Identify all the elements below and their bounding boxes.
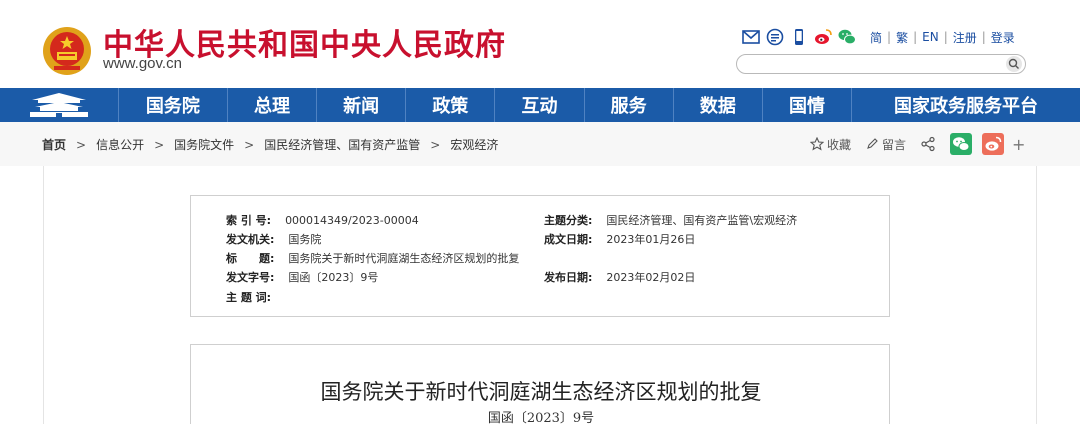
index-value: 000014349/2023-00004 [285, 213, 419, 227]
document-number: 国函〔2023〕9号 [487, 411, 595, 424]
breadcrumb-state-council-docs[interactable]: 国务院文件 [174, 136, 234, 153]
share-icon[interactable] [920, 136, 936, 152]
language-links: 简 | 繁 | EN | 注册 | 登录 [870, 29, 1015, 46]
link-traditional[interactable]: 繁 [896, 29, 908, 46]
doc-number-value: 国函〔2023〕9号 [288, 271, 379, 284]
wechat-icon [953, 137, 970, 151]
divider: | [913, 30, 918, 44]
link-register[interactable]: 注册 [953, 29, 977, 46]
wechat-icon[interactable] [838, 28, 856, 46]
favorite-button[interactable]: 收藏 [810, 136, 851, 153]
star-icon [810, 137, 824, 151]
nav-item-state-council[interactable]: 国务院 [119, 88, 228, 122]
document-info-table: 索 引 号: 000014349/2023-00004 主题分类: 国民经济管理… [190, 195, 890, 317]
comment-button[interactable]: 留言 [865, 136, 906, 153]
info-row-written-date: 成文日期: 2023年01月26日 [544, 231, 695, 247]
issuer-value: 国务院 [288, 233, 322, 246]
title-label: 标 题: [226, 252, 275, 265]
info-row-keywords: 主 题 词: [226, 289, 285, 305]
breadcrumb-home[interactable]: 首页 [42, 136, 66, 153]
chevron-right-icon: > [244, 137, 255, 152]
main-nav: 国务院 总理 新闻 政策 互动 服务 数据 国情 国家政务服务平台 [0, 88, 1080, 122]
nav-item-national-info[interactable]: 国情 [763, 88, 853, 122]
doc-number-label: 发文字号: [226, 271, 275, 284]
published-date-value: 2023年02月02日 [606, 271, 696, 284]
info-row-title: 标 题: 国务院关于新时代洞庭湖生态经济区规划的批复 [226, 250, 519, 266]
pencil-icon [867, 138, 878, 149]
search-icon [1008, 58, 1019, 69]
link-simplified[interactable]: 简 [870, 29, 882, 46]
info-row-category: 主题分类: 国民经济管理、国有资产监管\宏观经济 [544, 212, 797, 228]
favorite-label: 收藏 [827, 137, 852, 152]
title-value: 国务院关于新时代洞庭湖生态经济区规划的批复 [288, 252, 520, 265]
mail-icon[interactable] [742, 28, 760, 46]
share-tools: 收藏 留言 + [810, 133, 1025, 155]
nav-item-news[interactable]: 新闻 [317, 88, 407, 122]
site-header: 中华人民共和国中央人民政府 www.gov.cn 简 | 繁 | EN | 注册… [0, 0, 1080, 88]
info-row-published-date: 发布日期: 2023年02月02日 [544, 269, 695, 285]
info-row-doc-number: 发文字号: 国函〔2023〕9号 [226, 269, 378, 285]
chevron-right-icon: > [430, 137, 441, 152]
issuer-label: 发文机关: [226, 233, 275, 246]
weibo-icon [985, 136, 1002, 151]
info-row-index: 索 引 号: 000014349/2023-00004 [226, 212, 419, 228]
nav-item-policy[interactable]: 政策 [406, 88, 496, 122]
published-date-label: 发布日期: [544, 271, 593, 284]
divider: | [887, 30, 892, 44]
category-value: 国民经济管理、国有资产监管\宏观经济 [606, 214, 798, 227]
tiananmen-icon [29, 93, 88, 117]
link-login[interactable]: 登录 [991, 29, 1015, 46]
search-button[interactable] [1006, 56, 1022, 72]
breadcrumb-info-disclosure[interactable]: 信息公开 [96, 136, 144, 153]
more-share-button[interactable]: + [1012, 135, 1025, 154]
comment-label: 留言 [882, 137, 907, 152]
nav-item-service[interactable]: 服务 [585, 88, 674, 122]
wechat-share-button[interactable] [950, 133, 973, 155]
weibo-share-button[interactable] [982, 133, 1005, 155]
document-body: 国务院关于新时代洞庭湖生态经济区规划的批复 国函〔2023〕9号 [190, 344, 890, 424]
nav-item-service-platform[interactable]: 国家政务服务平台 [852, 88, 1080, 122]
mobile-icon[interactable] [790, 28, 808, 46]
site-domain: www.gov.cn [103, 55, 182, 72]
breadcrumb: 首页 > 信息公开 > 国务院文件 > 国民经济管理、国有资产监管 > 宏观经济 [42, 136, 498, 153]
rss-icon[interactable] [766, 28, 784, 46]
keywords-label: 主 题 词: [226, 291, 272, 304]
index-label: 索 引 号: [226, 214, 272, 227]
breadcrumb-economy-management[interactable]: 国民经济管理、国有资产监管 [264, 136, 420, 153]
nav-item-data[interactable]: 数据 [674, 88, 763, 122]
divider: | [981, 30, 986, 44]
link-english[interactable]: EN [922, 30, 939, 44]
chevron-right-icon: > [154, 137, 165, 152]
info-row-issuer: 发文机关: 国务院 [226, 231, 321, 247]
national-emblem-icon[interactable] [42, 26, 92, 76]
weibo-icon[interactable] [814, 28, 832, 46]
written-date-value: 2023年01月26日 [606, 233, 696, 246]
top-tools: 简 | 繁 | EN | 注册 | 登录 [742, 27, 1015, 47]
nav-item-interaction[interactable]: 互动 [495, 88, 585, 122]
nav-home[interactable] [0, 88, 119, 122]
search-input[interactable] [736, 54, 1026, 74]
breadcrumb-bar: 首页 > 信息公开 > 国务院文件 > 国民经济管理、国有资产监管 > 宏观经济… [0, 122, 1080, 166]
nav-item-premier[interactable]: 总理 [228, 88, 318, 122]
divider: | [943, 30, 948, 44]
category-label: 主题分类: [544, 214, 593, 227]
written-date-label: 成文日期: [544, 233, 593, 246]
document-title: 国务院关于新时代洞庭湖生态经济区规划的批复 [320, 380, 762, 404]
chevron-right-icon: > [76, 137, 87, 152]
breadcrumb-macro-economy[interactable]: 宏观经济 [450, 136, 498, 153]
